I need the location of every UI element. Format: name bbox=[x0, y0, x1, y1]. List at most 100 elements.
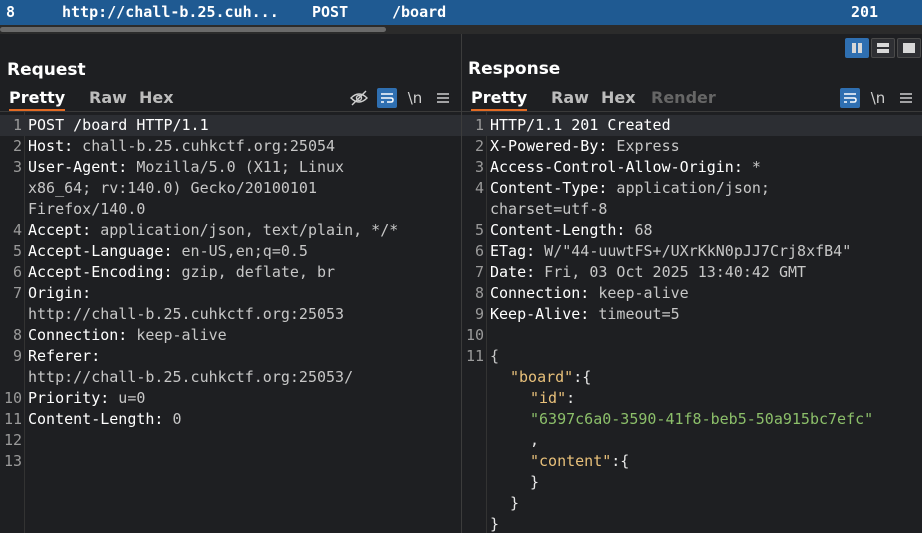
code-line: 10 bbox=[462, 325, 922, 346]
header-value: 68 bbox=[625, 221, 653, 239]
line-text: , bbox=[530, 430, 539, 451]
code-line: 7 Origin: bbox=[0, 283, 461, 304]
code-line: Firefox/140.0 bbox=[0, 199, 461, 220]
header-name: Host: bbox=[28, 137, 74, 155]
code-line: 10 Priority: u=0 bbox=[0, 388, 461, 409]
code-line: 7 Date: Fri, 03 Oct 2025 13:40:42 GMT bbox=[462, 262, 922, 283]
tab-pretty[interactable]: Pretty bbox=[9, 87, 66, 111]
line-text: Priority: u=0 bbox=[28, 388, 145, 409]
newline-toggle[interactable]: \n bbox=[405, 88, 425, 108]
code-line: http://chall-b.25.cuhkctf.org:25053/ bbox=[0, 367, 461, 388]
line-number: 4 bbox=[12, 221, 22, 239]
header-name: ETag: bbox=[490, 242, 536, 260]
tab-pretty[interactable]: Pretty bbox=[471, 87, 528, 111]
json-line: "board":{ bbox=[462, 367, 922, 388]
wrap-lines-icon[interactable] bbox=[840, 88, 860, 108]
history-row-selected[interactable]: 8 http://chall-b.25.cuh... POST /board 2… bbox=[0, 0, 922, 25]
line-text: Date: Fri, 03 Oct 2025 13:40:42 GMT bbox=[490, 262, 806, 283]
code-line: 13 bbox=[0, 451, 461, 472]
json-punct: } bbox=[490, 515, 500, 533]
json-line: } bbox=[462, 493, 922, 514]
tab-render[interactable]: Render bbox=[651, 87, 716, 111]
line-text: http://chall-b.25.cuhkctf.org:25053/ bbox=[28, 367, 353, 388]
line-text: ETag: W/"44-uuwtFS+/UXrKkN0pJJ7Crj8xfB4" bbox=[490, 241, 851, 262]
header-value: chall-b.25.cuhkctf.org:25054 bbox=[73, 137, 336, 155]
line-text: "id": bbox=[530, 388, 575, 409]
history-host: http://chall-b.25.cuh... bbox=[62, 3, 279, 21]
code-line: 2 Host: chall-b.25.cuhkctf.org:25054 bbox=[0, 136, 461, 157]
code-line: charset=utf-8 bbox=[462, 199, 922, 220]
code-line: 2 X-Powered-By: Express bbox=[462, 136, 922, 157]
request-editor[interactable]: 1 POST /board HTTP/1.1 2 Host: chall-b.25.c… bbox=[0, 112, 461, 533]
header-name: POST /board HTTP/1.1 bbox=[28, 116, 209, 134]
header-value: keep-alive bbox=[127, 326, 227, 344]
header-name: Referer: bbox=[28, 347, 101, 365]
header-value: application/json; bbox=[607, 179, 770, 197]
code-line: 3 Access-Control-Allow-Origin: * bbox=[462, 157, 922, 178]
line-text: Keep-Alive: timeout=5 bbox=[490, 304, 680, 325]
line-text: x86_64; rv:140.0) Gecko/20100101 bbox=[28, 178, 317, 199]
line-text: Connection: keep-alive bbox=[28, 325, 227, 346]
code-line: 9 Keep-Alive: timeout=5 bbox=[462, 304, 922, 325]
code-line: 5 Content-Length: 68 bbox=[462, 220, 922, 241]
header-value: gzip, deflate, br bbox=[172, 263, 336, 281]
header-name: Content-Length: bbox=[490, 221, 626, 239]
header-value: * bbox=[742, 158, 761, 176]
line-text: { bbox=[490, 346, 499, 367]
code-line: 1 POST /board HTTP/1.1 bbox=[0, 115, 461, 136]
request-pane: Request Pretty Raw Hex \n 1 POST /board H… bbox=[0, 34, 461, 533]
json-key: "board" bbox=[510, 368, 574, 386]
header-value: Express bbox=[607, 137, 680, 155]
line-text: Accept-Language: en-US,en;q=0.5 bbox=[28, 241, 308, 262]
line-text: Content-Type: application/json; bbox=[490, 178, 770, 199]
line-number: 6 bbox=[12, 263, 22, 281]
tab-hex[interactable]: Hex bbox=[139, 87, 174, 111]
json-line: "6397c6a0-3590-41f8-beb5-50a915bc7efc" bbox=[462, 409, 922, 430]
json-line: } bbox=[462, 472, 922, 493]
line-number: 7 bbox=[474, 263, 484, 281]
code-line: 11 { bbox=[462, 346, 922, 367]
line-text: X-Powered-By: Express bbox=[490, 136, 680, 157]
response-pane: Response Pretty Raw Hex Render \n 1 HTTP/… bbox=[462, 34, 922, 533]
line-number: 7 bbox=[12, 284, 22, 302]
line-text: Access-Control-Allow-Origin: * bbox=[490, 157, 761, 178]
history-number: 8 bbox=[6, 3, 16, 21]
header-name: Keep-Alive: bbox=[490, 305, 590, 323]
tab-hex[interactable]: Hex bbox=[601, 87, 636, 111]
response-title: Response bbox=[468, 59, 561, 79]
header-value: application/json, text/plain, */* bbox=[91, 221, 399, 239]
json-string: "6397c6a0-3590-41f8-beb5-50a915bc7efc" bbox=[530, 410, 874, 428]
line-text: Accept: application/json, text/plain, */… bbox=[28, 220, 398, 241]
code-line: 6 ETag: W/"44-uuwtFS+/UXrKkN0pJJ7Crj8xfB4… bbox=[462, 241, 922, 262]
header-name: Origin: bbox=[28, 284, 92, 302]
json-punct: :{ bbox=[611, 452, 630, 470]
line-number: 12 bbox=[3, 431, 22, 449]
line-number: 1 bbox=[474, 116, 484, 134]
eye-slash-icon[interactable] bbox=[349, 88, 369, 108]
hamburger-icon[interactable] bbox=[434, 88, 452, 108]
line-text: } bbox=[490, 514, 499, 533]
tab-raw[interactable]: Raw bbox=[551, 87, 589, 111]
hamburger-icon[interactable] bbox=[897, 88, 915, 108]
json-key: "id" bbox=[530, 389, 567, 407]
line-text: Accept-Encoding: gzip, deflate, br bbox=[28, 262, 335, 283]
code-line: 8 Connection: keep-alive bbox=[0, 325, 461, 346]
tab-raw[interactable]: Raw bbox=[89, 87, 127, 111]
json-punct: : bbox=[566, 389, 576, 407]
line-number: 3 bbox=[12, 158, 22, 176]
line-text: charset=utf-8 bbox=[490, 199, 607, 220]
header-name: Accept-Encoding: bbox=[28, 263, 173, 281]
line-text: Connection: keep-alive bbox=[490, 283, 689, 304]
request-tabs: Pretty Raw Hex \n bbox=[0, 87, 461, 111]
response-editor[interactable]: 1 HTTP/1.1 201 Created 2 X-Powered-By: Expr… bbox=[462, 112, 922, 533]
json-key: "content" bbox=[530, 452, 612, 470]
scrollbar-thumb[interactable] bbox=[0, 27, 386, 32]
newline-toggle[interactable]: \n bbox=[868, 88, 888, 108]
line-number: 5 bbox=[474, 221, 484, 239]
header-value: 0 bbox=[163, 410, 182, 428]
line-text: "content":{ bbox=[530, 451, 629, 472]
header-value: u=0 bbox=[109, 389, 146, 407]
line-text: POST /board HTTP/1.1 bbox=[28, 115, 209, 136]
wrap-lines-icon[interactable] bbox=[377, 88, 397, 108]
header-name: Connection: bbox=[28, 326, 128, 344]
